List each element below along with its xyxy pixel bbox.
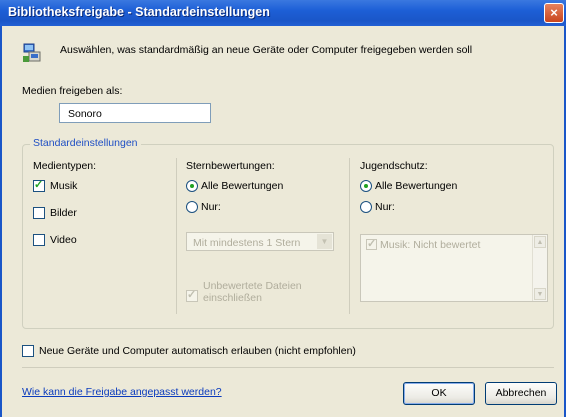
share-as-label: Medien freigeben als:	[22, 85, 123, 97]
parental-only-label[interactable]: Nur:	[375, 201, 395, 213]
scroll-down-icon[interactable]: ▼	[534, 288, 546, 300]
star-all-label[interactable]: Alle Bewertungen	[201, 180, 283, 192]
star-ratings-heading: Sternbewertungen:	[186, 160, 275, 172]
parental-only-radio[interactable]	[360, 201, 372, 213]
title-bar[interactable]: Bibliotheksfreigabe - Standardeinstellun…	[0, 0, 566, 26]
parental-heading: Jugendschutz:	[360, 160, 428, 172]
parental-ratings-list[interactable]: Musik: Nicht bewertet ▲ ▼	[360, 234, 548, 302]
header-description: Auswählen, was standardmäßig an neue Ger…	[60, 44, 473, 56]
parental-all-radio[interactable]	[360, 180, 372, 192]
cancel-button[interactable]: Abbrechen	[485, 382, 557, 405]
share-name-input[interactable]: Sonoro	[59, 103, 211, 123]
defaults-legend: Standardeinstellungen	[30, 137, 141, 149]
close-icon: ×	[550, 5, 558, 20]
pictures-label[interactable]: Bilder	[50, 207, 77, 219]
pictures-checkbox[interactable]	[33, 207, 45, 219]
window-title: Bibliotheksfreigabe - Standardeinstellun…	[8, 5, 270, 19]
include-unrated-label-line2: einschließen	[203, 292, 262, 304]
music-checkbox[interactable]	[33, 178, 45, 192]
include-unrated-label-line1: Unbewertete Dateien	[203, 280, 302, 292]
column-divider	[176, 158, 177, 314]
star-min-select[interactable]: Mit mindestens 1 Stern ▼	[186, 232, 334, 251]
video-checkbox[interactable]	[33, 234, 45, 246]
footer-divider	[22, 367, 554, 368]
media-types-heading: Medientypen:	[33, 160, 97, 172]
list-item-checkbox[interactable]	[366, 237, 377, 250]
chevron-down-icon: ▼	[317, 234, 332, 249]
auto-allow-label[interactable]: Neue Geräte und Computer automatisch erl…	[39, 345, 356, 357]
auto-allow-checkbox[interactable]	[22, 345, 34, 357]
parental-all-label[interactable]: Alle Bewertungen	[375, 180, 457, 192]
list-item: Musik: Nicht bewertet	[380, 239, 481, 251]
include-unrated-checkbox[interactable]	[186, 288, 198, 302]
list-scrollbar[interactable]: ▲ ▼	[532, 235, 547, 301]
column-divider	[349, 158, 350, 314]
star-only-radio[interactable]	[186, 201, 198, 213]
video-label[interactable]: Video	[50, 234, 77, 246]
ok-button[interactable]: OK	[403, 382, 475, 405]
close-button[interactable]: ×	[544, 3, 564, 23]
music-label[interactable]: Musik	[50, 180, 77, 192]
star-all-radio[interactable]	[186, 180, 198, 192]
scroll-up-icon[interactable]: ▲	[534, 236, 546, 248]
star-only-label[interactable]: Nur:	[201, 201, 221, 213]
star-min-value: Mit mindestens 1 Stern	[193, 237, 301, 249]
shared-devices-icon	[23, 43, 41, 62]
help-link[interactable]: Wie kann die Freigabe angepasst werden?	[22, 386, 222, 398]
